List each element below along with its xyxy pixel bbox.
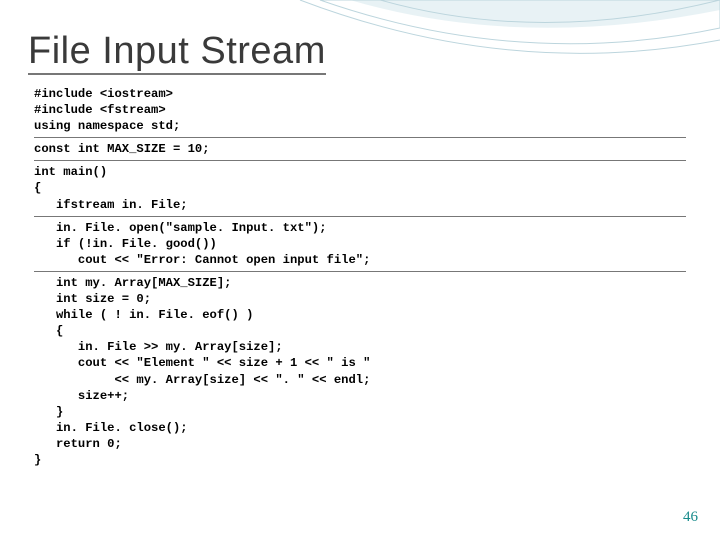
code-block-open: in. File. open("sample. Input. txt"); if…	[34, 220, 686, 268]
page-number: 46	[683, 509, 698, 526]
separator	[34, 216, 686, 217]
code-block-main-start: int main() { ifstream in. File;	[34, 164, 686, 212]
separator	[34, 160, 686, 161]
code-block-loop: int my. Array[MAX_SIZE]; int size = 0; w…	[34, 275, 686, 468]
code-block-const: const int MAX_SIZE = 10;	[34, 141, 686, 157]
separator	[34, 271, 686, 272]
code-content: #include <iostream> #include <fstream> u…	[34, 86, 686, 468]
separator	[34, 137, 686, 138]
code-block-includes: #include <iostream> #include <fstream> u…	[34, 86, 686, 134]
slide-title: File Input Stream	[28, 30, 326, 75]
